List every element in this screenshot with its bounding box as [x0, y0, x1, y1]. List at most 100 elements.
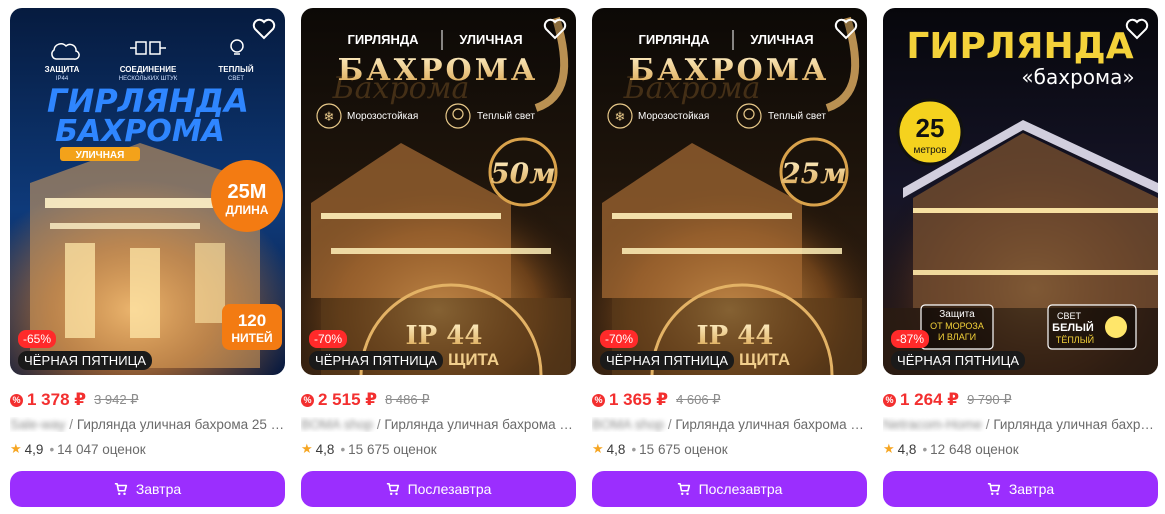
poster-subheadline: «бахрома» [1021, 65, 1134, 89]
poster-headline: ГИРЛЯНДА [906, 26, 1133, 67]
sale-icon: % [10, 393, 23, 407]
star-icon: ★ [10, 441, 22, 456]
review-count[interactable]: 12 648 оценок [930, 442, 1019, 457]
seller-name[interactable]: BOMA shop [301, 417, 373, 432]
delivery-label: Послезавтра [698, 481, 783, 497]
feature-1-label: ЗАЩИТА [45, 65, 80, 74]
feature-left: Морозостойкая [638, 111, 709, 122]
add-to-cart-button[interactable]: Завтра [10, 471, 285, 507]
cart-icon [987, 482, 1000, 496]
product-title[interactable]: Гирлянда уличная бахрома … [675, 417, 864, 432]
promo-badge: ЧЁРНАЯ ПЯТНИЦА [600, 351, 735, 370]
review-count[interactable]: 15 675 оценок [348, 442, 437, 457]
price: 2 515 ₽ [318, 390, 378, 409]
product-title[interactable]: Гирлянда уличная бахрома … [993, 417, 1158, 432]
snowflake-icon: ❄ [615, 110, 626, 125]
price: 1 264 ₽ [900, 390, 960, 409]
product-image-blue-poster: ЗАЩИТА IP44 СОЕДИНЕНИЕ НЕСКОЛЬКИХ ШТУК Т… [10, 8, 285, 375]
threads-badge-small: НИТЕЙ [231, 330, 272, 345]
seller-name[interactable]: BOMA shop [592, 417, 664, 432]
product-title-row[interactable]: Sale-way / Гирлянда уличная бахрома 25 … [10, 417, 285, 432]
box-left-line-3: И ВЛАГИ [938, 332, 976, 342]
box-left-line-1: Защита [939, 309, 975, 320]
feature-3-label: ТЕПЛЫЙ [218, 65, 253, 74]
length-badge-big: 25М [228, 181, 267, 203]
add-to-cart-button[interactable]: Завтра [883, 471, 1158, 507]
product-image[interactable]: ГИРЛЯНДА УЛИЧНАЯ Бахрома БАХРОМА ❄ Мороз… [301, 8, 576, 375]
heart-icon [834, 18, 858, 40]
product-image[interactable]: ГИРЛЯНДА «бахрома» 25 метров Защита ОТ М… [883, 8, 1158, 375]
discount-badge: -65% [18, 330, 57, 348]
poster-top-right: УЛИЧНАЯ [750, 32, 813, 47]
headline-line-2: БАХРОМА [55, 114, 225, 149]
price-row: % 2 515 ₽ 8 486 ₽ [301, 389, 430, 411]
sale-icon: % [592, 393, 605, 407]
title-separator: / [69, 417, 77, 432]
feature-right: Теплый свет [477, 111, 535, 122]
poster-headline: БАХРОМА [629, 53, 830, 88]
dot-separator: • [340, 441, 346, 457]
tag-label: УЛИЧНАЯ [76, 150, 125, 161]
product-title-row[interactable]: BOMA shop / Гирлянда уличная бахрома … [592, 417, 867, 432]
favorite-button[interactable] [540, 14, 570, 44]
discount-badge: -70% [309, 330, 348, 348]
dot-separator: • [49, 441, 55, 457]
product-image-night-poster: ГИРЛЯНДА «бахрома» 25 метров Защита ОТ М… [883, 8, 1158, 375]
snowflake-icon: ❄ [324, 110, 335, 125]
price-row: % 1 264 ₽ 9 790 ₽ [883, 389, 1012, 411]
cart-icon [386, 482, 399, 496]
threads-badge-big: 120 [238, 311, 266, 330]
rating-value: 4,8 [315, 441, 335, 457]
length-badge: 50м [490, 157, 556, 190]
ip-rating: IP 44 [697, 321, 774, 351]
favorite-button[interactable] [249, 14, 279, 44]
rating-row: ★ 4,8 • 12 648 оценок [883, 441, 1019, 457]
product-grid: ЗАЩИТА IP44 СОЕДИНЕНИЕ НЕСКОЛЬКИХ ШТУК Т… [0, 0, 1165, 514]
box-right-line-2: БЕЛЫЙ [1052, 321, 1094, 334]
poster-headline: БАХРОМА [338, 53, 539, 88]
rating-row: ★ 4,8 • 15 675 оценок [301, 441, 437, 457]
product-image-gold-poster: ГИРЛЯНДА УЛИЧНАЯ Бахрома БАХРОМА ❄ Мороз… [592, 8, 867, 375]
seller-name[interactable]: Sale-way [10, 417, 66, 432]
star-icon: ★ [883, 441, 895, 456]
product-title[interactable]: Гирлянда уличная бахрома 25 … [77, 417, 284, 432]
review-count[interactable]: 15 675 оценок [639, 442, 728, 457]
poster-top-left: ГИРЛЯНДА [347, 32, 419, 47]
heart-icon [543, 18, 567, 40]
product-image[interactable]: ГИРЛЯНДА УЛИЧНАЯ Бахрома БАХРОМА ❄ Мороз… [592, 8, 867, 375]
length-badge-small: метров [913, 145, 946, 156]
favorite-button[interactable] [1122, 14, 1152, 44]
poster-top-right: УЛИЧНАЯ [459, 32, 522, 47]
add-to-cart-button[interactable]: Послезавтра [592, 471, 867, 507]
product-card[interactable]: ГИРЛЯНДА «бахрома» 25 метров Защита ОТ М… [883, 8, 1158, 508]
product-title-row[interactable]: Netracom-Home / Гирлянда уличная бахрома… [883, 417, 1158, 432]
discount-badge: -87% [891, 330, 930, 348]
star-icon: ★ [301, 441, 313, 456]
length-badge-small: ДЛИНА [226, 203, 269, 217]
favorite-button[interactable] [831, 14, 861, 44]
product-card[interactable]: ГИРЛЯНДА УЛИЧНАЯ Бахрома БАХРОМА ❄ Мороз… [592, 8, 867, 508]
poster-top-left: ГИРЛЯНДА [638, 32, 710, 47]
old-price: 3 942 ₽ [94, 392, 139, 407]
rating-value: 4,8 [606, 441, 626, 457]
product-image[interactable]: ЗАЩИТА IP44 СОЕДИНЕНИЕ НЕСКОЛЬКИХ ШТУК Т… [10, 8, 285, 375]
add-to-cart-button[interactable]: Послезавтра [301, 471, 576, 507]
delivery-label: Послезавтра [407, 481, 492, 497]
box-right-line-3: ТЁПЛЫЙ [1056, 334, 1094, 345]
product-card[interactable]: ГИРЛЯНДА УЛИЧНАЯ Бахрома БАХРОМА ❄ Мороз… [301, 8, 576, 508]
ip-rating: IP 44 [406, 321, 483, 351]
product-title-row[interactable]: BOMA shop / Гирлянда уличная бахрома … [301, 417, 576, 432]
old-price: 8 486 ₽ [385, 392, 430, 407]
length-badge-big: 25 [916, 113, 945, 143]
sale-icon: % [883, 393, 896, 407]
delivery-label: Завтра [1008, 481, 1055, 497]
seller-name[interactable]: Netracom-Home [883, 417, 982, 432]
review-count[interactable]: 14 047 оценок [57, 442, 146, 457]
heart-icon [1125, 18, 1149, 40]
box-left-line-2: ОТ МОРОЗА [930, 321, 984, 331]
product-title[interactable]: Гирлянда уличная бахрома … [384, 417, 573, 432]
cart-icon [114, 482, 127, 496]
promo-badge: ЧЁРНАЯ ПЯТНИЦА [891, 351, 1026, 370]
product-card[interactable]: ЗАЩИТА IP44 СОЕДИНЕНИЕ НЕСКОЛЬКИХ ШТУК Т… [10, 8, 285, 508]
promo-badge: ЧЁРНАЯ ПЯТНИЦА [18, 351, 153, 370]
